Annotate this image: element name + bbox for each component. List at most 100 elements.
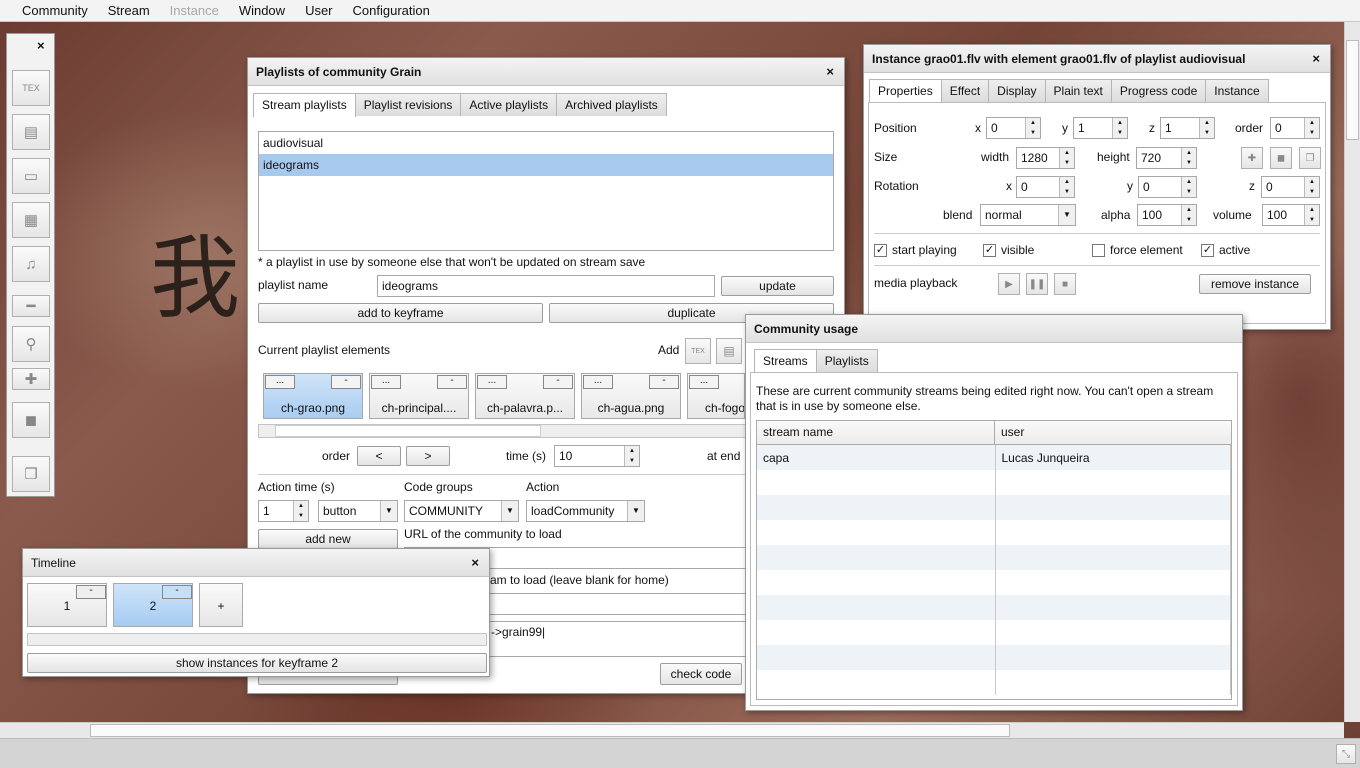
tab-archived-playlists[interactable]: Archived playlists — [556, 93, 667, 116]
tab-streams[interactable]: Streams — [754, 349, 817, 373]
table-row[interactable]: capa Lucas Junqueira — [757, 445, 1231, 470]
close-icon[interactable]: × — [824, 64, 836, 79]
table-row[interactable] — [757, 570, 1231, 595]
table-row[interactable] — [757, 520, 1231, 545]
position-y-stepper[interactable]: 1 — [1073, 117, 1128, 139]
add-text-icon[interactable]: TEX — [685, 338, 711, 364]
add-document-icon[interactable]: ▤ — [716, 338, 742, 364]
tab-plain-text[interactable]: Plain text — [1044, 79, 1112, 102]
close-icon[interactable]: × — [1310, 51, 1322, 66]
square-icon[interactable]: ◼ — [12, 402, 50, 438]
remove-button[interactable]: - — [76, 585, 106, 599]
resize-icon[interactable]: ⤡ — [1336, 744, 1356, 764]
unchecked-box[interactable] — [1092, 244, 1105, 258]
action-type-select[interactable]: button — [318, 500, 398, 522]
menu-stream[interactable]: Stream — [98, 3, 160, 18]
rectangle-icon[interactable]: ▭ — [12, 158, 50, 194]
time-stepper[interactable]: 10 — [554, 445, 640, 467]
more-button[interactable]: ... — [371, 375, 401, 389]
more-button[interactable]: ... — [689, 375, 719, 389]
list-item-selected[interactable]: ideograms — [259, 154, 833, 176]
width-stepper[interactable]: 1280 — [1016, 147, 1075, 169]
check-icon[interactable]: ✓ — [983, 244, 996, 258]
table-row[interactable] — [757, 670, 1231, 695]
timeline-titlebar[interactable]: Timeline × — [23, 549, 489, 577]
music-icon[interactable]: ♫ — [12, 246, 50, 282]
timeline-scrollbar[interactable] — [27, 633, 487, 646]
table-row[interactable] — [757, 470, 1231, 495]
scroll-thumb[interactable] — [1346, 40, 1359, 140]
remove-button[interactable]: - — [331, 375, 361, 389]
height-stepper[interactable]: 720 — [1136, 147, 1197, 169]
tab-display[interactable]: Display — [988, 79, 1046, 102]
check-icon[interactable]: ✓ — [1201, 244, 1214, 258]
add-to-keyframe-button[interactable]: add to keyframe — [258, 303, 543, 323]
pause-icon[interactable]: ❚❚ — [1026, 273, 1048, 295]
stop-icon[interactable]: ■ — [1054, 273, 1076, 295]
playlist-element[interactable]: ... ch-fogo — [687, 373, 745, 419]
rotation-y-stepper[interactable]: 0 — [1138, 176, 1197, 198]
action-select[interactable]: loadCommunity — [526, 500, 645, 522]
add-keyframe-button[interactable]: + — [199, 583, 243, 627]
order-prev-button[interactable]: < — [357, 446, 401, 466]
elements-scrollbar[interactable] — [258, 424, 748, 438]
tab-stream-playlists[interactable]: Stream playlists — [253, 93, 356, 117]
table-row[interactable] — [757, 595, 1231, 620]
code-group-select[interactable]: COMMUNITY — [404, 500, 519, 522]
scroll-thumb[interactable] — [275, 425, 541, 437]
action-time-stepper[interactable]: 1 — [258, 500, 309, 522]
playlist-name-field[interactable]: ideograms — [377, 275, 715, 297]
horizontal-scrollbar[interactable] — [0, 722, 1344, 738]
video-icon[interactable]: ▦ — [12, 202, 50, 238]
minus-icon[interactable]: ━ — [12, 295, 50, 317]
tex-icon[interactable]: TEX — [12, 70, 50, 106]
tab-playlists[interactable]: Playlists — [815, 349, 878, 372]
remove-instance-button[interactable]: remove instance — [1199, 274, 1311, 294]
playlists-titlebar[interactable]: Playlists of community Grain × — [248, 58, 844, 86]
keyframe-2[interactable]: 2 - — [113, 583, 193, 627]
position-z-stepper[interactable]: 1 — [1160, 117, 1215, 139]
menu-instance[interactable]: Instance — [160, 3, 229, 18]
tab-playlist-revisions[interactable]: Playlist revisions — [354, 93, 462, 116]
tab-instance[interactable]: Instance — [1205, 79, 1269, 102]
playlist-element[interactable]: ... - ch-principal.... — [369, 373, 469, 419]
visible-checkbox[interactable]: ✓ visible — [983, 243, 1034, 258]
menu-community[interactable]: Community — [12, 3, 98, 18]
windows-icon[interactable]: ❐ — [12, 456, 50, 492]
table-row[interactable] — [757, 620, 1231, 645]
keyframe-1[interactable]: 1 - — [27, 583, 107, 627]
start-playing-checkbox[interactable]: ✓ start playing — [874, 243, 957, 258]
remove-button[interactable]: - — [543, 375, 573, 389]
menu-configuration[interactable]: Configuration — [343, 3, 440, 18]
blend-select[interactable]: normal — [980, 204, 1076, 226]
instance-titlebar[interactable]: Instance grao01.flv with element grao01.… — [864, 45, 1330, 73]
menu-window[interactable]: Window — [229, 3, 295, 18]
scroll-thumb[interactable] — [90, 724, 1010, 737]
tab-properties[interactable]: Properties — [869, 79, 942, 103]
more-button[interactable]: ... — [477, 375, 507, 389]
rotation-x-stepper[interactable]: 0 — [1016, 176, 1075, 198]
menu-user[interactable]: User — [295, 3, 342, 18]
tab-progress-code[interactable]: Progress code — [1110, 79, 1207, 102]
alpha-stepper[interactable]: 100 — [1137, 204, 1197, 226]
more-button[interactable]: ... — [583, 375, 613, 389]
remove-button[interactable]: - — [437, 375, 467, 389]
col-user[interactable]: user — [995, 421, 1231, 444]
playlist-element[interactable]: ... - ch-grao.png — [263, 373, 363, 419]
force-element-checkbox[interactable]: force element — [1092, 243, 1183, 258]
document-icon[interactable]: ▤ — [12, 114, 50, 150]
vertical-scrollbar[interactable] — [1344, 22, 1360, 722]
volume-stepper[interactable]: 100 — [1262, 204, 1320, 226]
table-row[interactable] — [757, 645, 1231, 670]
more-button[interactable]: ... — [265, 375, 295, 389]
table-row[interactable] — [757, 545, 1231, 570]
order-next-button[interactable]: > — [406, 446, 450, 466]
check-code-button[interactable]: check code — [660, 663, 742, 685]
playlist-element[interactable]: ... - ch-agua.png — [581, 373, 681, 419]
list-item[interactable]: audiovisual — [259, 132, 833, 154]
vertical-resize-icon[interactable]: ◼ — [1270, 147, 1292, 169]
table-row[interactable] — [757, 495, 1231, 520]
play-icon[interactable]: ▶ — [998, 273, 1020, 295]
search-icon[interactable]: ⚲ — [12, 326, 50, 362]
position-x-stepper[interactable]: 0 — [986, 117, 1041, 139]
